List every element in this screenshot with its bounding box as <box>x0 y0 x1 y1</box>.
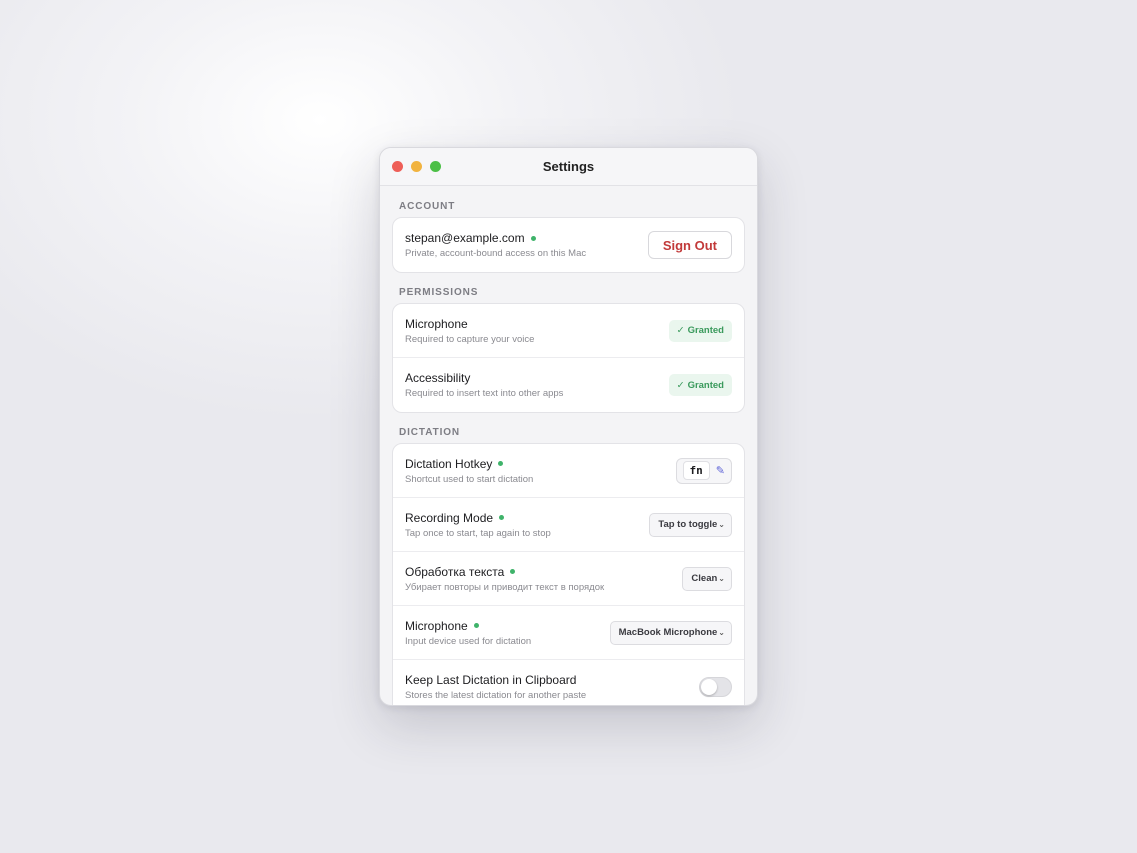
dictation-hotkey-row: Dictation Hotkey Shortcut used to start … <box>393 444 744 498</box>
recording-mode-select[interactable]: Tap to toggle ⌄ <box>649 512 732 537</box>
sign-out-button[interactable]: Sign Out <box>647 231 732 259</box>
microphone-description: Input device used for dictation <box>405 635 532 647</box>
checkmark-icon: ✓ <box>676 325 685 336</box>
status-dot <box>498 461 504 466</box>
clipboard-description: Stores the latest dictation for another … <box>405 690 587 701</box>
account-card: stepan@example.com Private, account-boun… <box>392 217 745 273</box>
window-controls <box>392 161 441 172</box>
microphone-select[interactable]: MacBook Microphone ⌄ <box>609 620 732 645</box>
status-dot <box>530 235 536 241</box>
microphone-label: Microphone <box>405 618 468 633</box>
checkmark-icon: ✓ <box>676 379 685 391</box>
permission-row-accessibility: Accessibility Required to insert text in… <box>393 358 744 412</box>
section-label-account: ACCOUNT <box>399 201 456 212</box>
close-window-button[interactable] <box>392 161 403 172</box>
permission-description: Required to capture your voice <box>405 333 535 345</box>
toggle-knob <box>701 679 717 695</box>
settings-window: Settings ACCOUNT stepan@example.com Priv… <box>379 147 758 706</box>
recording-mode-value: Tap to toggle <box>658 519 718 530</box>
title-bar: Settings <box>380 148 757 186</box>
permission-row-microphone: Microphone Required to capture your voic… <box>393 304 744 358</box>
text-processing-row: Обработка текста Убирает повторы и приво… <box>393 552 744 606</box>
chevron-down-icon: ⌄ <box>718 574 725 583</box>
zoom-window-button[interactable] <box>430 161 441 172</box>
hotkey-recorder[interactable]: fn ✎ <box>675 457 732 484</box>
dictation-card: Dictation Hotkey Shortcut used to start … <box>392 443 745 705</box>
settings-content: ACCOUNT stepan@example.com Private, acco… <box>380 186 757 705</box>
pencil-icon[interactable]: ✎ <box>716 464 725 477</box>
clipboard-toggle[interactable] <box>699 677 732 697</box>
text-processing-select[interactable]: Clean ⌄ <box>682 566 732 591</box>
minimize-window-button[interactable] <box>411 161 422 172</box>
recording-mode-description: Tap once to start, tap again to stop <box>405 527 551 539</box>
text-processing-description: Убирает повторы и приводит текст в поряд… <box>405 581 605 593</box>
permission-label: Microphone <box>405 316 468 331</box>
account-row: stepan@example.com Private, account-boun… <box>393 218 744 272</box>
status-dot <box>510 569 516 574</box>
granted-badge: ✓ Granted <box>668 374 732 396</box>
granted-badge: ✓ Granted <box>668 319 732 342</box>
microphone-device-row: Microphone Input device used for dictati… <box>393 606 744 660</box>
hotkey-key: fn <box>682 461 710 480</box>
text-processing-value: Clean <box>691 573 718 584</box>
clipboard-row: Keep Last Dictation in Clipboard Stores … <box>393 660 744 705</box>
microphone-value: MacBook Microphone <box>618 627 718 638</box>
granted-label: Granted <box>687 325 724 336</box>
account-description: Private, account-bound access on this Ma… <box>405 248 587 259</box>
status-dot <box>499 515 505 520</box>
status-dot <box>473 623 479 628</box>
granted-label: Granted <box>687 379 724 391</box>
hotkey-description: Shortcut used to start dictation <box>405 473 534 485</box>
chevron-down-icon: ⌄ <box>718 628 725 637</box>
permissions-card: Microphone Required to capture your voic… <box>392 303 745 413</box>
hotkey-label: Dictation Hotkey <box>405 456 493 471</box>
window-title: Settings <box>542 159 595 174</box>
permission-label: Accessibility <box>405 371 471 385</box>
text-processing-label: Обработка текста <box>405 564 505 579</box>
section-label-permissions: PERMISSIONS <box>399 287 479 298</box>
permission-description: Required to insert text into other apps <box>405 388 564 399</box>
clipboard-label: Keep Last Dictation in Clipboard <box>405 673 577 687</box>
section-label-dictation: DICTATION <box>399 427 461 438</box>
recording-mode-row: Recording Mode Tap once to start, tap ag… <box>393 498 744 552</box>
chevron-down-icon: ⌄ <box>718 520 725 529</box>
recording-mode-label: Recording Mode <box>405 510 494 525</box>
account-email: stepan@example.com <box>405 231 525 245</box>
